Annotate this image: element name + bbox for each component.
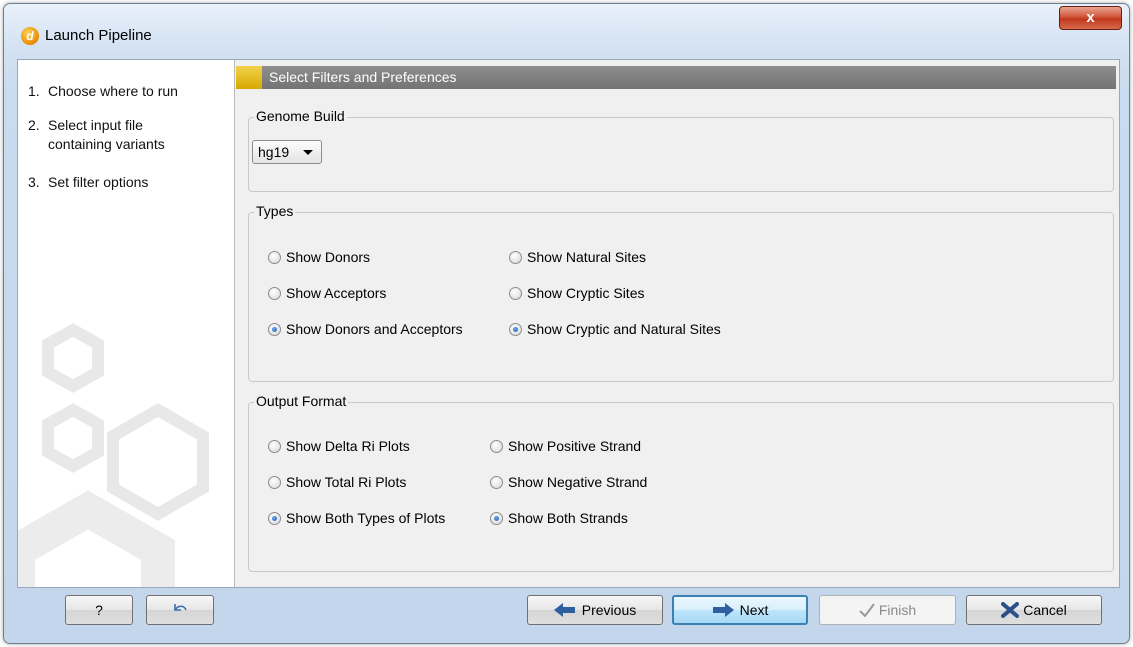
step-label: Set filter options — [48, 174, 149, 190]
genome-build-group — [248, 117, 1114, 192]
help-button[interactable]: ? — [65, 595, 133, 625]
chevron-down-icon — [303, 150, 313, 155]
close-button[interactable]: x — [1059, 6, 1122, 30]
launch-pipeline-window: d Launch Pipeline x 1. Choose where to ru… — [3, 3, 1130, 644]
arrow-left-icon — [553, 603, 575, 617]
radio-show-delta-ri-plots[interactable]: Show Delta Ri Plots — [268, 436, 410, 456]
next-button[interactable]: Next — [672, 595, 808, 625]
step-label: Choose where to run — [48, 83, 178, 99]
finish-button[interactable]: Finish — [819, 595, 956, 625]
cancel-label: Cancel — [1023, 602, 1067, 618]
radio-show-both-types-of-plots[interactable]: Show Both Types of Plots — [268, 508, 445, 528]
output-format-title: Output Format — [254, 393, 349, 409]
radio-icon — [490, 440, 503, 453]
radio-icon — [509, 287, 522, 300]
radio-icon — [268, 440, 281, 453]
radio-icon — [268, 251, 281, 264]
panel-header-title: Select Filters and Preferences — [269, 69, 457, 85]
steps-sidebar: 1. Choose where to run 2. Select input fil… — [18, 60, 235, 587]
step-2: 2. Select input file containing variants — [28, 117, 165, 152]
genome-build-title: Genome Build — [254, 108, 347, 124]
checkmark-icon — [859, 603, 875, 618]
radio-show-total-ri-plots[interactable]: Show Total Ri Plots — [268, 472, 406, 492]
step-1: 1. Choose where to run — [28, 83, 178, 99]
cancel-x-icon — [1001, 602, 1020, 618]
types-title: Types — [254, 203, 296, 219]
previous-button[interactable]: Previous — [527, 595, 663, 625]
step-label-line2: containing variants — [48, 136, 165, 152]
radio-show-donors-and-acceptors[interactable]: Show Donors and Acceptors — [268, 319, 463, 339]
radio-show-cryptic-and-natural-sites[interactable]: Show Cryptic and Natural Sites — [509, 319, 721, 339]
radio-show-donors[interactable]: Show Donors — [268, 247, 370, 267]
genome-build-value: hg19 — [258, 144, 290, 160]
step-3: 3. Set filter options — [28, 174, 149, 190]
radio-show-positive-strand[interactable]: Show Positive Strand — [490, 436, 641, 456]
reset-button[interactable] — [146, 595, 214, 625]
undo-arrow-icon — [174, 604, 187, 611]
radio-selected-icon — [268, 323, 281, 336]
step-label-line1: Select input file — [48, 117, 143, 133]
radio-show-natural-sites[interactable]: Show Natural Sites — [509, 247, 646, 267]
radio-selected-icon — [268, 512, 281, 525]
radio-show-acceptors[interactable]: Show Acceptors — [268, 283, 386, 303]
radio-show-both-strands[interactable]: Show Both Strands — [490, 508, 628, 528]
title-bar[interactable]: d Launch Pipeline x — [4, 4, 1129, 45]
next-label: Next — [739, 602, 769, 618]
help-icon: ? — [95, 602, 103, 618]
radio-show-negative-strand[interactable]: Show Negative Strand — [490, 472, 647, 492]
cancel-button[interactable]: Cancel — [966, 595, 1102, 625]
panel-header: Select Filters and Preferences — [236, 66, 1116, 89]
finish-label: Finish — [878, 602, 917, 618]
radio-selected-icon — [509, 323, 522, 336]
radio-icon — [268, 287, 281, 300]
close-icon: x — [1086, 9, 1095, 26]
previous-label: Previous — [581, 602, 637, 618]
genome-build-select[interactable]: hg19 — [252, 140, 322, 164]
radio-selected-icon — [490, 512, 503, 525]
app-logo-icon: d — [21, 27, 39, 45]
radio-icon — [268, 476, 281, 489]
radio-icon — [509, 251, 522, 264]
window-title: Launch Pipeline — [45, 27, 152, 44]
radio-show-cryptic-sites[interactable]: Show Cryptic Sites — [509, 283, 644, 303]
arrow-right-icon — [712, 603, 734, 617]
header-accent — [236, 66, 262, 89]
hexagon-watermark-icon — [18, 323, 209, 587]
radio-icon — [490, 476, 503, 489]
